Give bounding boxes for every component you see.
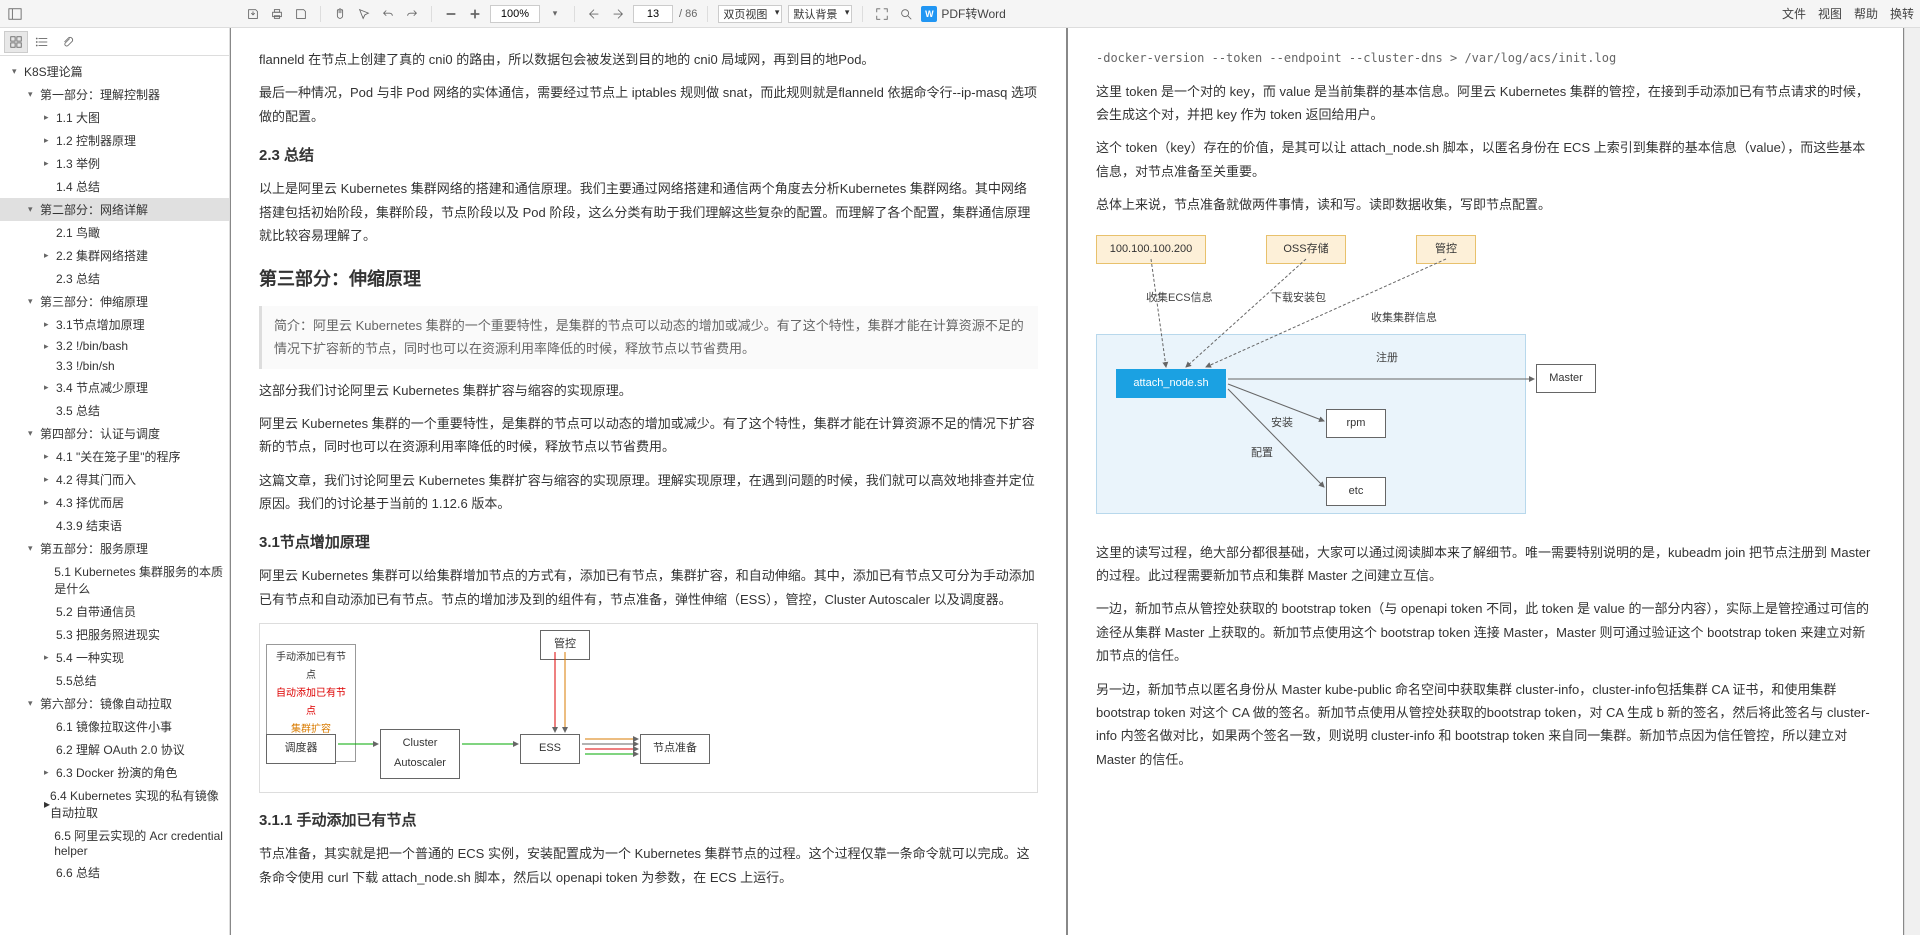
select-icon[interactable] xyxy=(355,5,373,23)
toc-s3[interactable]: ▾第三部分：伸缩原理 xyxy=(0,290,229,313)
toc-s5-1[interactable]: 5.1 Kubernetes 集群服务的本质是什么 xyxy=(0,560,229,600)
toc-s5-4[interactable]: ▸5.4 一种实现 xyxy=(0,646,229,669)
search-icon[interactable] xyxy=(897,5,915,23)
zoom-in-icon[interactable] xyxy=(466,5,484,23)
toc-s5-5[interactable]: 5.5总结 xyxy=(0,669,229,692)
diagram-node-add: 手动添加已有节点 自动添加已有节点 集群扩容 自动伸缩 管控 调度器 Clust… xyxy=(259,623,1038,793)
undo-icon[interactable] xyxy=(379,5,397,23)
toc-s1-2[interactable]: ▸1.2 控制器原理 xyxy=(0,129,229,152)
panel-toggle-icon[interactable] xyxy=(6,5,24,23)
page-viewer[interactable]: flanneld 在节点上创建了真的 cni0 的路由，所以数据包会被发送到目的… xyxy=(230,28,1920,935)
view-mode-dropdown[interactable]: 双页视图 xyxy=(718,5,782,23)
bg-mode-dropdown[interactable]: 默认背景 xyxy=(788,5,852,23)
tab-outline[interactable] xyxy=(30,31,54,53)
page-left: flanneld 在节点上创建了真的 cni0 的路由，所以数据包会被发送到目的… xyxy=(231,28,1066,935)
diagram-attach-node: 100.100.100.200 OSS存储 管控 收集ECS信息 下载安装包 收… xyxy=(1096,229,1875,529)
menu-view[interactable]: 视图 xyxy=(1818,5,1842,22)
page-right: -docker-version --token --endpoint --clu… xyxy=(1068,28,1903,935)
page-input[interactable] xyxy=(633,5,673,23)
toc-s3-5[interactable]: 3.5 总结 xyxy=(0,399,229,422)
toc-s6-5[interactable]: 6.5 阿里云实现的 Acr credential helper xyxy=(0,824,229,861)
save-icon[interactable] xyxy=(292,5,310,23)
toc-root[interactable]: ▾K8S理论篇 xyxy=(0,60,229,83)
tab-thumbnails[interactable] xyxy=(4,31,28,53)
vertical-scrollbar[interactable] xyxy=(1904,28,1920,935)
zoom-input[interactable] xyxy=(490,5,540,23)
toc-s6[interactable]: ▾第六部分：镜像自动拉取 xyxy=(0,692,229,715)
toc-s4-2[interactable]: ▸4.2 得其门而入 xyxy=(0,468,229,491)
print-icon[interactable] xyxy=(268,5,286,23)
toc-s4-3[interactable]: ▸4.3 择优而居 xyxy=(0,491,229,514)
zoom-dropdown-icon[interactable]: ▾ xyxy=(546,5,564,23)
toc-s2[interactable]: ▾第二部分：网络详解 xyxy=(0,198,229,221)
fullscreen-icon[interactable] xyxy=(873,5,891,23)
toc-s5[interactable]: ▾第五部分：服务原理 xyxy=(0,537,229,560)
menu-file[interactable]: 文件 xyxy=(1782,5,1806,22)
zoom-out-icon[interactable] xyxy=(442,5,460,23)
toc-s6-3[interactable]: ▸6.3 Docker 扮演的角色 xyxy=(0,761,229,784)
menu-help[interactable]: 帮助 xyxy=(1854,5,1878,22)
toc-s2-1[interactable]: 2.1 鸟瞰 xyxy=(0,221,229,244)
toc-s3-4[interactable]: ▸3.4 节点减少原理 xyxy=(0,376,229,399)
toc-s1[interactable]: ▾第一部分：理解控制器 xyxy=(0,83,229,106)
redo-icon[interactable] xyxy=(403,5,421,23)
toc-s3-1[interactable]: ▸3.1节点增加原理 xyxy=(0,313,229,336)
prev-page-icon[interactable] xyxy=(585,5,603,23)
pdf-to-word-button[interactable]: W PDF转Word xyxy=(921,5,1005,22)
toc-s6-6[interactable]: 6.6 总结 xyxy=(0,861,229,884)
toc-s6-2[interactable]: 6.2 理解 OAuth 2.0 协议 xyxy=(0,738,229,761)
toc-s4-1[interactable]: ▸4.1 "关在笼子里"的程序 xyxy=(0,445,229,468)
toc-s5-2[interactable]: 5.2 自带通信员 xyxy=(0,600,229,623)
toc-s6-4[interactable]: ▸6.4 Kubernetes 实现的私有镜像自动拉取 xyxy=(0,784,229,824)
toc-s2-2[interactable]: ▸2.2 集群网络搭建 xyxy=(0,244,229,267)
toc-s1-1[interactable]: ▸1.1 大图 xyxy=(0,106,229,129)
toc-s2-3[interactable]: 2.3 总结 xyxy=(0,267,229,290)
heading-3-1: 3.1节点增加原理 xyxy=(259,529,1038,556)
toc-s1-3[interactable]: ▸1.3 举例 xyxy=(0,152,229,175)
toc-s4-4[interactable]: 4.3.9 结束语 xyxy=(0,514,229,537)
export-icon[interactable] xyxy=(244,5,262,23)
toc-s6-1[interactable]: 6.1 镜像拉取这件小事 xyxy=(0,715,229,738)
heading-3-1-1: 3.1.1 手动添加已有节点 xyxy=(259,807,1038,834)
heading-part3: 第三部分：伸缩原理 xyxy=(259,263,1038,295)
quote-block: 简介：阿里云 Kubernetes 集群的一个重要特性，是集群的节点可以动态的增… xyxy=(259,306,1038,369)
toc-s4[interactable]: ▾第四部分：认证与调度 xyxy=(0,422,229,445)
heading-2-3: 2.3 总结 xyxy=(259,142,1038,169)
word-icon: W xyxy=(921,6,937,22)
toc-s3-3[interactable]: 3.3 !/bin/sh xyxy=(0,356,229,376)
toc-s1-4[interactable]: 1.4 总结 xyxy=(0,175,229,198)
menu-convert[interactable]: 换转 xyxy=(1890,5,1914,22)
page-total: / 86 xyxy=(679,8,697,20)
toc-s5-3[interactable]: 5.3 把服务照进现实 xyxy=(0,623,229,646)
toc-panel: ▾K8S理论篇 ▾第一部分：理解控制器 ▸1.1 大图 ▸1.2 控制器原理 ▸… xyxy=(0,56,229,935)
hand-icon[interactable] xyxy=(331,5,349,23)
tab-attachments[interactable] xyxy=(56,31,80,53)
next-page-icon[interactable] xyxy=(609,5,627,23)
toc-s3-2[interactable]: ▸3.2 !/bin/bash xyxy=(0,336,229,356)
